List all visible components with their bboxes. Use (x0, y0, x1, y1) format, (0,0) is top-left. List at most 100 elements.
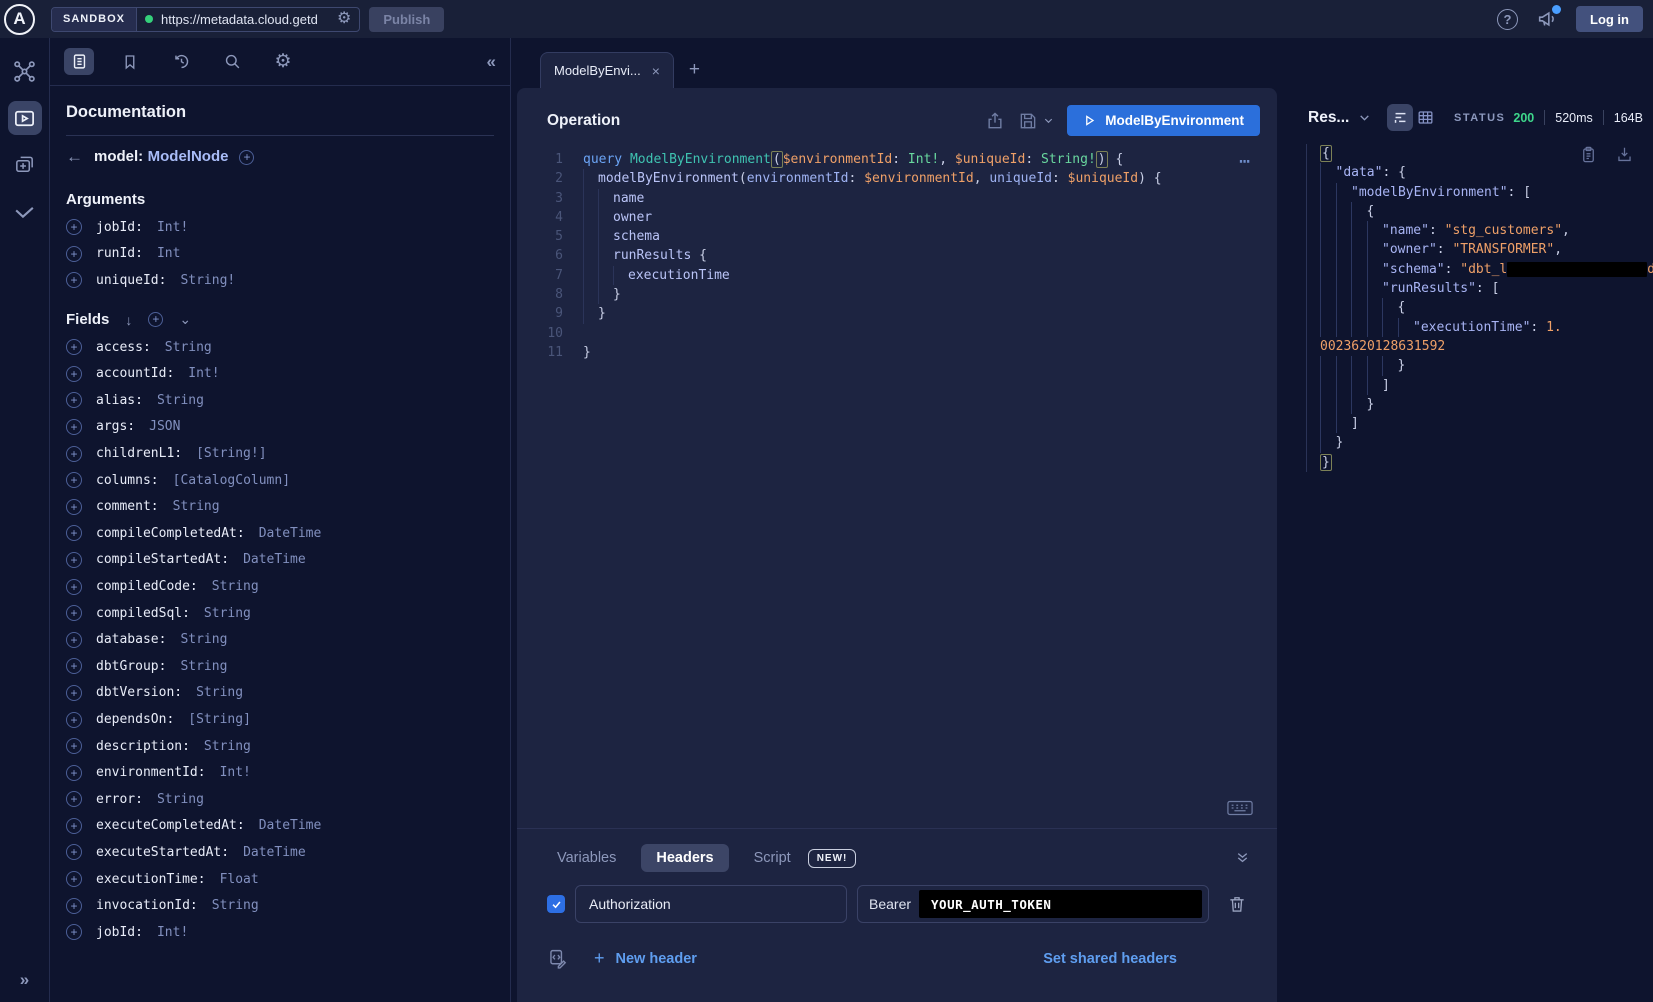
add-all-fields-button[interactable]: + (148, 312, 163, 327)
field-row[interactable]: +dbtVersion:String (66, 684, 494, 702)
field-type[interactable]: String (204, 739, 251, 754)
download-icon[interactable] (1615, 145, 1634, 164)
field-name[interactable]: dbtGroup: (96, 659, 166, 674)
tab-variables[interactable]: Variables (557, 850, 616, 866)
field-type[interactable]: Int! (220, 765, 251, 780)
endpoint-input[interactable]: https://metadata.cloud.getd ⚙ (137, 8, 359, 31)
field-type[interactable]: String (157, 393, 204, 408)
new-header-button[interactable]: + New header (594, 948, 697, 969)
add-field-button[interactable]: + (66, 791, 82, 807)
field-name[interactable]: jobId: (96, 925, 143, 940)
field-name[interactable]: alias: (96, 393, 143, 408)
share-icon[interactable] (985, 111, 1005, 131)
query-editor-line[interactable]: 4owner (535, 208, 1277, 227)
header-enabled-checkbox[interactable] (547, 895, 565, 913)
docs-tab-button[interactable] (64, 48, 94, 75)
argument-row[interactable]: +runId:Int (66, 245, 494, 263)
field-name[interactable]: access: (96, 340, 151, 355)
field-type[interactable]: String (165, 340, 212, 355)
field-name[interactable]: executionTime: (96, 872, 206, 887)
add-field-button[interactable]: + (66, 765, 82, 781)
field-type[interactable]: [CatalogColumn] (173, 473, 290, 488)
field-name[interactable]: database: (96, 632, 166, 647)
query-editor-line[interactable]: 6runResults { (535, 246, 1277, 265)
endpoint-url[interactable]: https://metadata.cloud.getd (161, 12, 329, 27)
field-row[interactable]: +executeStartedAt:DateTime (66, 843, 494, 861)
tab-headers[interactable]: Headers (641, 844, 728, 872)
field-name[interactable]: columns: (96, 473, 159, 488)
field-row[interactable]: +dependsOn:[String] (66, 711, 494, 729)
sort-fields-icon[interactable]: ↓ (125, 312, 132, 328)
argument-name[interactable]: jobId: (96, 220, 143, 235)
field-name[interactable]: dependsOn: (96, 712, 174, 727)
sidebar-item-changelog[interactable] (8, 148, 42, 182)
field-row[interactable]: +childrenL1:[String!] (66, 445, 494, 463)
field-type[interactable]: String (180, 632, 227, 647)
field-row[interactable]: + executeCompletedAt: DateTime (66, 817, 494, 835)
save-button-group[interactable] (1018, 111, 1054, 131)
add-field-button[interactable]: + (66, 658, 82, 674)
field-row[interactable]: +executionTime:Float (66, 870, 494, 888)
add-field-button[interactable]: + (66, 552, 82, 568)
search-button[interactable] (217, 48, 247, 75)
add-field-button[interactable]: + (66, 632, 82, 648)
add-field-button[interactable]: + (66, 818, 82, 834)
field-row[interactable]: +compiledCode:String (66, 578, 494, 596)
add-field-button[interactable]: + (66, 579, 82, 595)
close-tab-icon[interactable]: × (652, 63, 660, 79)
field-row[interactable]: +alias:String (66, 391, 494, 409)
publish-button[interactable]: Publish (369, 7, 444, 32)
field-name[interactable]: accountId: (96, 366, 174, 381)
field-name[interactable]: dbtVersion: (96, 685, 182, 700)
field-type[interactable]: DateTime (243, 845, 306, 860)
field-row[interactable]: + dbtGroup: String (66, 657, 494, 675)
collapse-bottom-panel-button[interactable] (1234, 849, 1251, 866)
delete-header-button[interactable] (1227, 894, 1247, 914)
query-editor-line[interactable]: 1query ModelByEnvironment($environmentId… (535, 150, 1277, 169)
apollo-logo[interactable]: A (4, 4, 35, 35)
collapse-panel-button[interactable]: « (487, 52, 496, 72)
field-type[interactable]: DateTime (243, 552, 306, 567)
field-type[interactable]: DateTime (259, 526, 322, 541)
field-type[interactable]: Int! (157, 925, 188, 940)
argument-type[interactable]: Int (157, 246, 180, 261)
field-name[interactable]: invocationId: (96, 898, 198, 913)
query-editor-line[interactable]: 3name (535, 189, 1277, 208)
query-editor-line[interactable]: 7executionTime (535, 266, 1277, 285)
field-type[interactable]: String (180, 659, 227, 674)
field-name[interactable]: executeCompletedAt: (96, 818, 245, 833)
field-row[interactable]: +compileCompletedAt:DateTime (66, 524, 494, 542)
field-name[interactable]: compileCompletedAt: (96, 526, 245, 541)
field-row[interactable]: +args:JSON (66, 418, 494, 436)
pretty-view-button[interactable] (1387, 104, 1412, 131)
field-name[interactable]: executeStartedAt: (96, 845, 229, 860)
argument-type[interactable]: String! (180, 273, 235, 288)
header-key-input[interactable]: Authorization (575, 885, 847, 923)
field-row[interactable]: +environmentId:Int! (66, 764, 494, 782)
field-name[interactable]: compileStartedAt: (96, 552, 229, 567)
connection-settings-icon[interactable]: ⚙ (337, 11, 351, 27)
field-name[interactable]: args: (96, 419, 135, 434)
tab-modelbyenvironment[interactable]: ModelByEnvi... × (540, 52, 674, 88)
query-editor[interactable]: 1query ModelByEnvironment($environmentId… (517, 144, 1277, 828)
field-name[interactable]: compiledCode: (96, 579, 198, 594)
add-field-button[interactable]: + (66, 499, 82, 515)
field-type[interactable]: String (196, 685, 243, 700)
sidebar-item-checks[interactable] (8, 195, 42, 229)
field-row[interactable]: +comment:String (66, 498, 494, 516)
announcements-button[interactable] (1536, 8, 1558, 30)
history-button[interactable] (166, 48, 196, 75)
add-field-button[interactable]: + (66, 366, 82, 382)
query-editor-line[interactable]: 5schema (535, 227, 1277, 246)
query-editor-line[interactable]: 10 (535, 324, 1277, 343)
table-view-button[interactable] (1413, 104, 1438, 131)
header-value-input[interactable]: Bearer YOUR_AUTH_TOKEN (857, 885, 1209, 923)
response-dropdown-button[interactable] (1358, 111, 1371, 124)
field-type[interactable]: String (173, 499, 220, 514)
help-icon[interactable]: ? (1497, 9, 1518, 30)
field-type[interactable]: DateTime (259, 818, 322, 833)
field-type[interactable]: [String] (188, 712, 251, 727)
argument-name[interactable]: uniqueId: (96, 273, 166, 288)
field-row[interactable]: +access:String (66, 338, 494, 356)
run-operation-button[interactable]: ModelByEnvironment (1067, 105, 1260, 136)
